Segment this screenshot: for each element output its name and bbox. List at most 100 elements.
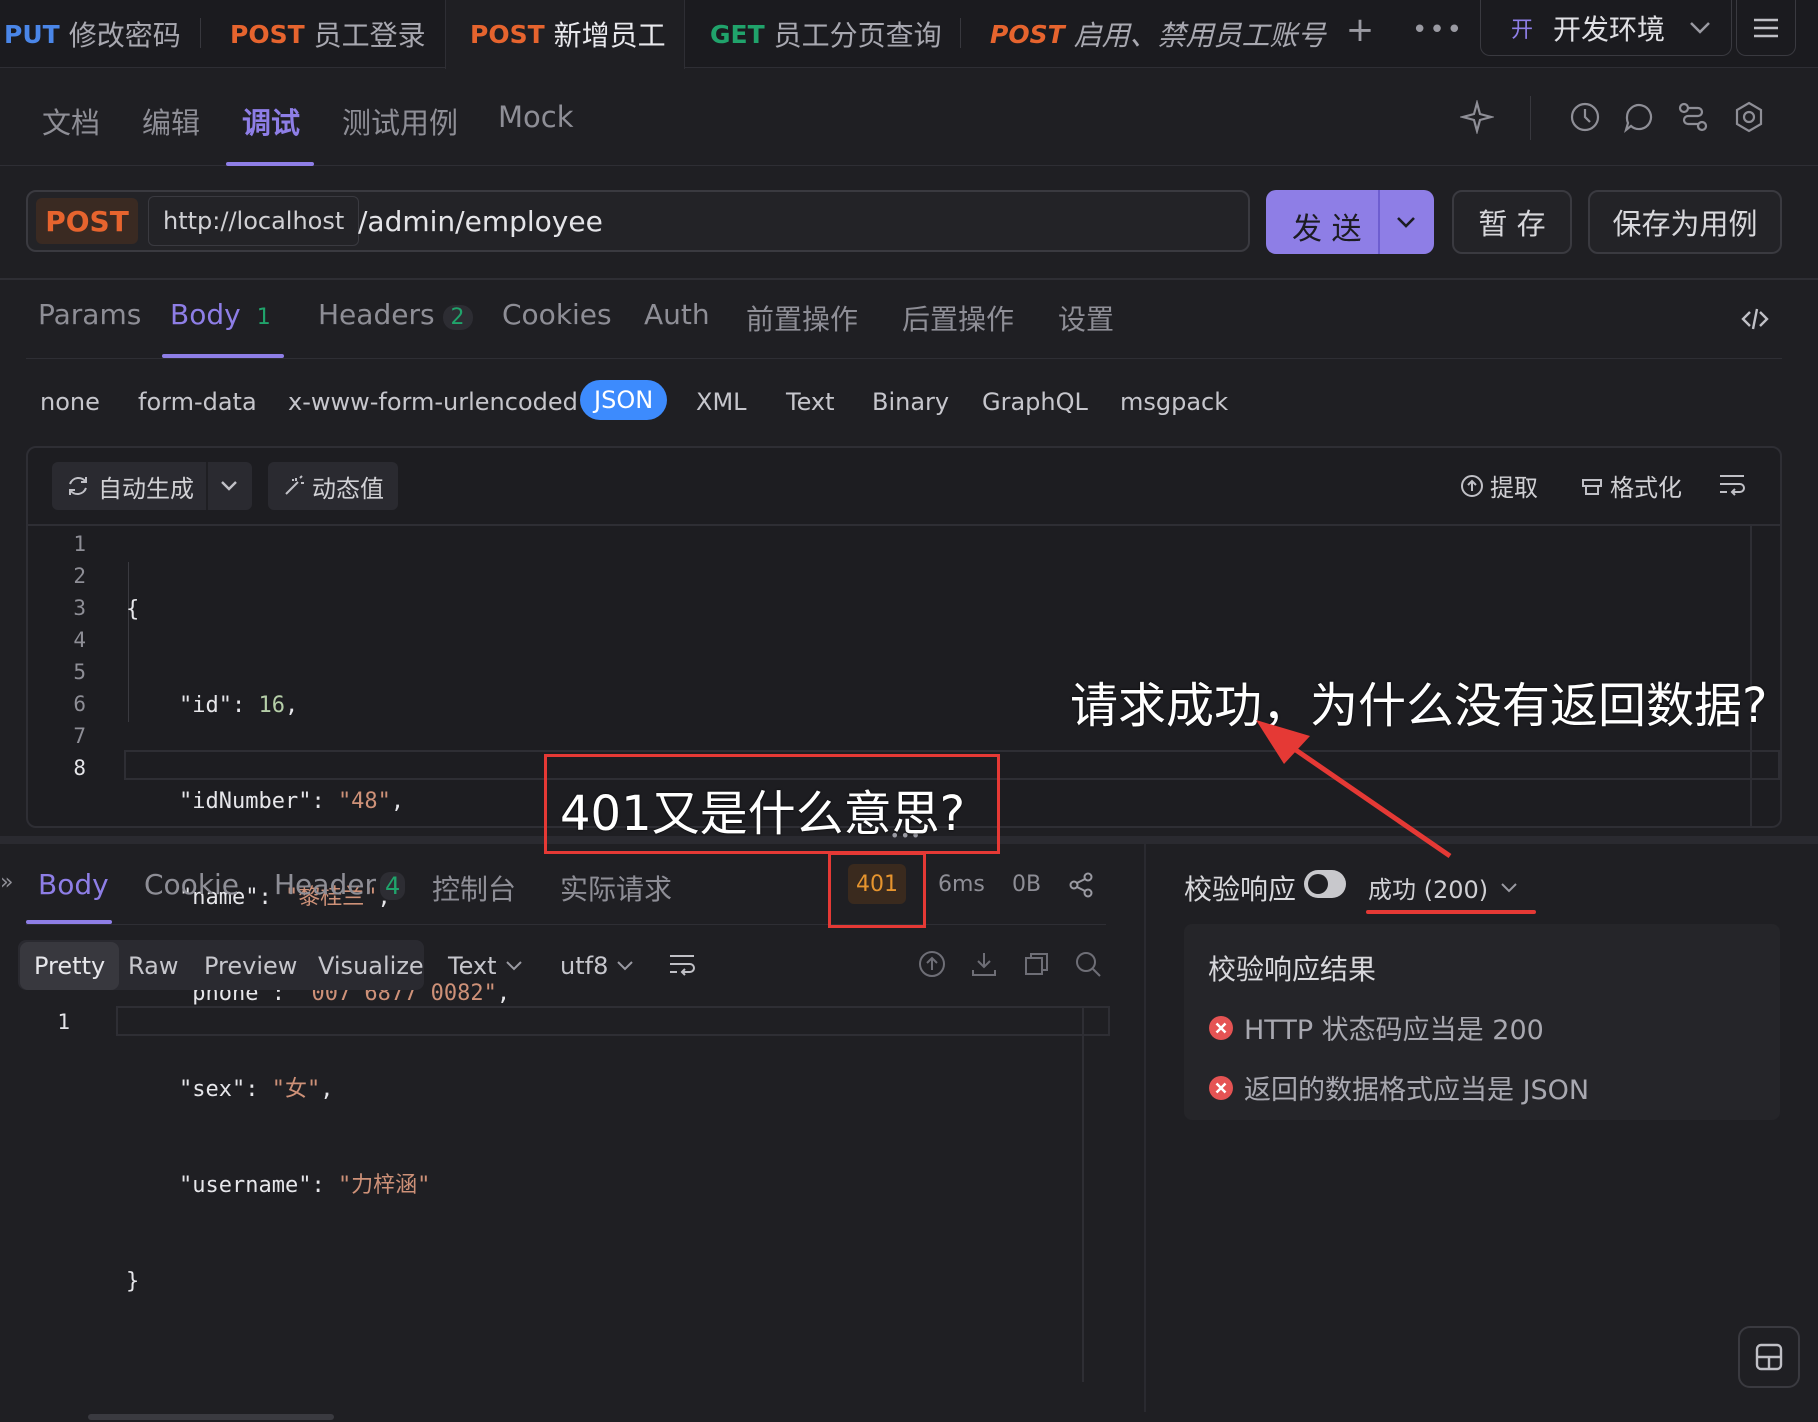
annotation-question-2: 401又是什么意思?: [560, 786, 966, 842]
download-icon[interactable]: [970, 950, 998, 978]
param-tabs-divider: [26, 358, 1782, 359]
auto-generate-button[interactable]: 自动生成: [52, 462, 252, 510]
line-number: 6: [73, 692, 86, 716]
response-tab-cookie[interactable]: Cookie: [144, 868, 239, 901]
history-icon[interactable]: [1568, 100, 1602, 134]
share-icon[interactable]: [1068, 872, 1094, 898]
subnav-debug[interactable]: 调试: [242, 100, 300, 142]
comment-icon[interactable]: [1622, 100, 1656, 134]
tab-pre-script[interactable]: 前置操作: [746, 298, 858, 338]
tab-settings[interactable]: 设置: [1058, 298, 1114, 338]
chevron-down-icon[interactable]: [1396, 216, 1416, 228]
line-number: 1: [73, 532, 86, 556]
format-pretty[interactable]: Pretty: [20, 942, 120, 990]
body-type-text[interactable]: Text: [786, 388, 835, 416]
response-scrollbar[interactable]: [1082, 1006, 1084, 1382]
subnav-edit[interactable]: 编辑: [142, 100, 200, 142]
body-type-urlencoded[interactable]: x-www-form-urlencoded: [288, 388, 578, 416]
settings-icon[interactable]: [1732, 100, 1766, 134]
magic-wand-icon: [285, 475, 304, 495]
line-number: 4: [73, 628, 86, 652]
body-type-binary[interactable]: Binary: [872, 388, 949, 416]
save-as-case-label: 保存为用例: [1612, 207, 1758, 241]
share-link-icon[interactable]: [1676, 100, 1710, 134]
format-visualize[interactable]: Visualize: [318, 952, 424, 980]
word-wrap-icon[interactable]: [668, 952, 696, 976]
body-type-graphql[interactable]: GraphQL: [982, 388, 1088, 416]
add-tab-icon[interactable]: +: [1342, 10, 1378, 50]
save-as-case-button[interactable]: 保存为用例: [1588, 190, 1782, 254]
hamburger-icon: [1754, 18, 1778, 37]
ai-sparkle-icon[interactable]: [1460, 100, 1494, 134]
subnav-docs[interactable]: 文档: [42, 100, 100, 142]
base-url[interactable]: http://localhost: [148, 196, 360, 246]
validate-status-select[interactable]: 成功 (200): [1368, 870, 1518, 905]
body-type-form-data[interactable]: form-data: [138, 388, 257, 416]
tab-post-employee-login[interactable]: POST 员工登录: [230, 6, 426, 62]
code-line: "id": 16,: [126, 690, 510, 722]
response-tabs-divider: [26, 924, 1106, 925]
bottom-scrollbar[interactable]: [88, 1414, 334, 1420]
response-tab-console[interactable]: 控制台: [432, 868, 516, 908]
word-wrap-icon[interactable]: [1718, 472, 1746, 496]
format-raw[interactable]: Raw: [128, 952, 178, 980]
auto-generate-label: 自动生成: [98, 474, 194, 503]
code-line: "username": "力梓涵": [126, 1170, 510, 1202]
tab-get-employee-page[interactable]: GET 员工分页查询: [710, 6, 942, 62]
validate-result-item: HTTP 状态码应当是 200: [1208, 1008, 1544, 1047]
response-tab-body[interactable]: Body: [38, 868, 109, 901]
tab-label: 员工登录: [313, 19, 426, 52]
text-type-select[interactable]: Text: [448, 952, 523, 980]
response-size: 0B: [1012, 872, 1042, 897]
format-preview[interactable]: Preview: [204, 952, 297, 980]
search-icon[interactable]: [1074, 950, 1102, 978]
chevron-down-icon[interactable]: [220, 480, 238, 492]
tab-body[interactable]: Body 1: [170, 298, 279, 331]
response-body-viewer[interactable]: [116, 1006, 1110, 1036]
response-tab-actual-request[interactable]: 实际请求: [560, 868, 672, 908]
refresh-icon: [69, 477, 87, 495]
tab-put-change-password[interactable]: PUT 修改密码: [4, 6, 181, 62]
send-button[interactable]: 发 送: [1266, 190, 1434, 254]
body-type-msgpack[interactable]: msgpack: [1120, 388, 1228, 416]
tab-headers[interactable]: Headers 2: [318, 298, 473, 331]
dynamic-value-label: 动态值: [312, 474, 384, 503]
format-icon: [1582, 478, 1602, 495]
tab-cookies[interactable]: Cookies: [502, 298, 612, 331]
tab-post-toggle-account[interactable]: POST 启用、禁用员工账号: [990, 6, 1326, 62]
collapse-icon[interactable]: »: [0, 870, 13, 895]
line-number: 5: [73, 660, 86, 684]
tab-auth[interactable]: Auth: [644, 298, 710, 331]
tab-params[interactable]: Params: [38, 298, 141, 331]
env-selector[interactable]: 开 开发环境: [1480, 0, 1732, 56]
subnav-test-cases[interactable]: 测试用例: [342, 100, 458, 142]
body-type-xml[interactable]: XML: [696, 388, 747, 416]
body-type-json[interactable]: JSON: [580, 380, 668, 420]
menu-button[interactable]: [1736, 0, 1796, 56]
copy-icon[interactable]: [1022, 950, 1050, 978]
json-value: 16: [258, 693, 285, 718]
extract-button[interactable]: 提取: [1460, 468, 1538, 503]
response-tab-header[interactable]: Header 4: [274, 868, 406, 901]
layout-toggle-button[interactable]: [1738, 1326, 1800, 1388]
chevron-down-icon: [1501, 882, 1517, 892]
brace: {: [126, 597, 140, 622]
tab-post-script[interactable]: 后置操作: [902, 298, 1014, 338]
body-type-none[interactable]: none: [40, 388, 100, 416]
code-line: }: [126, 1266, 510, 1298]
dynamic-value-button[interactable]: 动态值: [268, 462, 398, 510]
validate-label: 校验响应: [1184, 873, 1297, 906]
validate-toggle[interactable]: [1304, 870, 1346, 898]
method-select[interactable]: POST: [36, 198, 138, 244]
subnav-mock[interactable]: Mock: [498, 100, 574, 134]
more-tabs-icon[interactable]: •••: [1412, 12, 1462, 48]
format-button[interactable]: 格式化: [1580, 468, 1682, 503]
tab-separator: [200, 18, 201, 48]
save-draft-button[interactable]: 暂 存: [1452, 190, 1572, 254]
tab-post-add-employee[interactable]: POST 新增员工: [470, 6, 666, 62]
encoding-select[interactable]: utf8: [560, 952, 634, 980]
tab-label: 启用、禁用员工账号: [1073, 19, 1326, 52]
code-snippet-icon[interactable]: [1740, 304, 1770, 334]
upload-icon[interactable]: [918, 950, 946, 978]
url-path-input[interactable]: [358, 200, 1218, 242]
